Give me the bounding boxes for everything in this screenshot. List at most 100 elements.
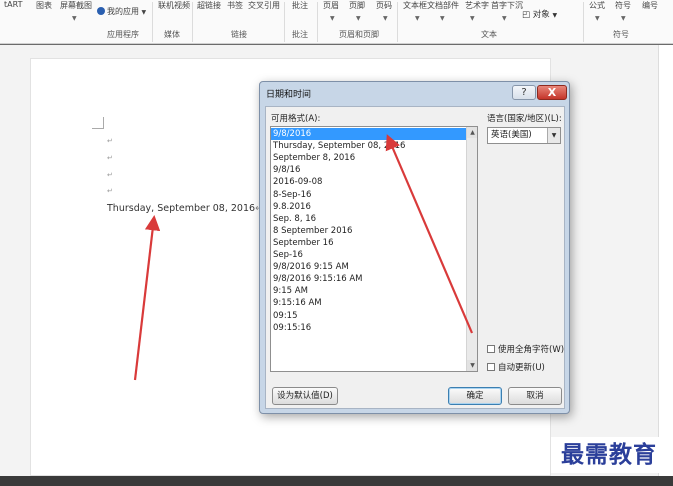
format-list-item[interactable]: 9:15 AM bbox=[271, 285, 466, 297]
group-divider bbox=[317, 2, 318, 42]
format-list-item[interactable]: Thursday, September 08, 2016 bbox=[271, 140, 466, 152]
ribbon-quickparts-button[interactable]: 文档部件 bbox=[427, 0, 459, 11]
format-list-item[interactable]: 9/8/2016 bbox=[271, 128, 466, 140]
format-list-item[interactable]: September 8, 2016 bbox=[271, 152, 466, 164]
ribbon-object-button[interactable]: ◰ 对象 ▼ bbox=[522, 8, 557, 20]
chevron-down-icon: ▼ bbox=[356, 15, 361, 22]
scroll-up-icon[interactable]: ▲ bbox=[467, 127, 477, 138]
formats-label: 可用格式(A): bbox=[271, 114, 321, 124]
format-list-item[interactable]: 2016-09-08 bbox=[271, 176, 466, 188]
format-list-item[interactable]: 09:15 bbox=[271, 310, 466, 322]
ribbon-myapps-button[interactable]: 我的应用 ▼ bbox=[97, 6, 146, 17]
object-icon: ◰ bbox=[522, 10, 531, 20]
set-default-button[interactable]: 设为默认值(D) bbox=[272, 387, 338, 405]
formats-listbox[interactable]: 9/8/2016 Thursday, September 08, 2016 Sept… bbox=[270, 126, 478, 372]
language-select[interactable]: 英语(美国) ▼ bbox=[487, 127, 561, 144]
group-divider bbox=[583, 2, 584, 42]
dialog-body: 可用格式(A): 9/8/2016 Thursday, September 08,… bbox=[265, 106, 565, 409]
format-list-item[interactable]: Sep. 8, 16 bbox=[271, 213, 466, 225]
checkbox-icon[interactable] bbox=[487, 363, 495, 371]
fullwidth-checkbox[interactable]: 使用全角字符(W) bbox=[487, 343, 564, 355]
chevron-down-icon: ▼ bbox=[595, 15, 600, 22]
paragraph-mark-icon: ↵ bbox=[107, 187, 113, 195]
format-list-item[interactable]: 09:15:16 bbox=[271, 322, 466, 334]
group-label-comments: 批注 bbox=[292, 30, 308, 39]
inserted-date-value: Thursday, September 08, 2016 bbox=[107, 203, 256, 214]
format-list-item[interactable]: Sep-16 bbox=[271, 249, 466, 261]
autoupdate-checkbox[interactable]: 自动更新(U) bbox=[487, 361, 545, 373]
group-divider bbox=[152, 2, 153, 42]
fullwidth-label: 使用全角字符(W) bbox=[498, 345, 565, 355]
ribbon-bookmark-button[interactable]: 书签 bbox=[227, 0, 243, 11]
chevron-down-icon: ▼ bbox=[72, 15, 77, 22]
help-button[interactable]: ? bbox=[512, 85, 536, 100]
format-list-item[interactable]: 8-Sep-16 bbox=[271, 189, 466, 201]
format-list-item[interactable]: 9.8.2016 bbox=[271, 201, 466, 213]
chevron-down-icon[interactable]: ▼ bbox=[547, 128, 560, 143]
ribbon-equation-button[interactable]: 公式 bbox=[589, 0, 605, 11]
ribbon-textbox-button[interactable]: 文本框 bbox=[403, 0, 427, 11]
document-scrollbar[interactable] bbox=[658, 45, 673, 476]
ribbon-symbol-button[interactable]: 符号 bbox=[615, 0, 631, 11]
ribbon: tART 图表 屏幕截图 ▼ 我的应用 ▼ 联机视频 超链接 书签 交叉引用 批… bbox=[0, 0, 673, 44]
inserted-date-text[interactable]: Thursday, September 08, 2016↵ bbox=[107, 203, 263, 214]
ribbon-footer-button[interactable]: 页脚 bbox=[349, 0, 365, 11]
ribbon-wordart-button[interactable]: 艺术字 bbox=[465, 0, 489, 11]
chevron-down-icon: ▼ bbox=[330, 15, 335, 22]
ribbon-screenshot-button[interactable]: 屏幕截图 bbox=[60, 0, 92, 11]
ribbon-comment-button[interactable]: 批注 bbox=[292, 0, 308, 11]
margin-corner-mark bbox=[92, 117, 104, 129]
group-label-header-footer: 页眉和页脚 bbox=[339, 30, 379, 39]
paragraph-mark-icon: ↵ bbox=[107, 137, 113, 145]
chevron-down-icon: ▼ bbox=[440, 15, 445, 22]
status-bar bbox=[0, 476, 673, 486]
ribbon-dropcap-button[interactable]: 首字下沉 bbox=[491, 0, 523, 11]
group-label-symbols: 符号 bbox=[613, 30, 629, 39]
store-icon bbox=[97, 7, 105, 15]
cancel-button[interactable]: 取消 bbox=[508, 387, 562, 405]
dialog-title: 日期和时间 bbox=[266, 90, 312, 100]
group-divider bbox=[192, 2, 193, 42]
format-list-item[interactable]: 9/8/2016 9:15 AM bbox=[271, 261, 466, 273]
group-label-media: 媒体 bbox=[164, 30, 180, 39]
format-list-item[interactable]: 9:15:16 AM bbox=[271, 297, 466, 309]
format-list-item[interactable]: 8 September 2016 bbox=[271, 225, 466, 237]
chevron-down-icon: ▼ bbox=[415, 15, 420, 22]
group-label-apps: 应用程序 bbox=[107, 30, 139, 39]
group-divider bbox=[397, 2, 398, 42]
ok-button[interactable]: 确定 bbox=[448, 387, 502, 405]
ribbon-header-button[interactable]: 页眉 bbox=[323, 0, 339, 11]
format-list-item[interactable]: 9/8/16 bbox=[271, 164, 466, 176]
chevron-down-icon: ▼ bbox=[621, 15, 626, 22]
formats-scrollbar[interactable]: ▲ ▼ bbox=[466, 127, 477, 371]
chevron-down-icon: ▼ bbox=[141, 9, 147, 16]
autoupdate-label: 自动更新(U) bbox=[498, 363, 545, 373]
chevron-down-icon: ▼ bbox=[502, 15, 507, 22]
date-time-dialog: 日期和时间 ? X 可用格式(A): 9/8/2016 Thursday, Sep… bbox=[259, 81, 570, 414]
ribbon-smartart-button[interactable]: tART bbox=[4, 0, 22, 9]
paragraph-mark-icon: ↵ bbox=[107, 154, 113, 162]
chevron-down-icon: ▼ bbox=[383, 15, 388, 22]
ribbon-myapps-label: 我的应用 bbox=[107, 7, 139, 16]
ribbon-object-label: 对象 bbox=[532, 10, 550, 20]
group-label-links: 链接 bbox=[231, 30, 247, 39]
ribbon-online-video-button[interactable]: 联机视频 bbox=[158, 0, 190, 11]
chevron-down-icon: ▼ bbox=[552, 12, 558, 19]
ribbon-hyperlink-button[interactable]: 超链接 bbox=[197, 0, 221, 11]
language-label: 语言(国家/地区)(L): bbox=[487, 114, 562, 124]
chevron-down-icon: ▼ bbox=[470, 15, 475, 22]
ribbon-crossref-button[interactable]: 交叉引用 bbox=[248, 0, 280, 11]
format-list-item[interactable]: September 16 bbox=[271, 237, 466, 249]
scroll-down-icon[interactable]: ▼ bbox=[467, 360, 477, 371]
ribbon-chart-button[interactable]: 图表 bbox=[36, 0, 52, 11]
format-list-item[interactable]: 9/8/2016 9:15:16 AM bbox=[271, 273, 466, 285]
group-divider bbox=[284, 2, 285, 42]
ribbon-number-button[interactable]: 编号 bbox=[642, 0, 658, 11]
checkbox-icon[interactable] bbox=[487, 345, 495, 353]
close-button[interactable]: X bbox=[537, 85, 567, 100]
paragraph-mark-icon: ↵ bbox=[107, 171, 113, 179]
ribbon-pagenumber-button[interactable]: 页码 bbox=[376, 0, 392, 11]
group-label-text: 文本 bbox=[481, 30, 497, 39]
language-value: 英语(美国) bbox=[491, 130, 532, 140]
watermark-logo: 最需教育 bbox=[551, 437, 667, 473]
